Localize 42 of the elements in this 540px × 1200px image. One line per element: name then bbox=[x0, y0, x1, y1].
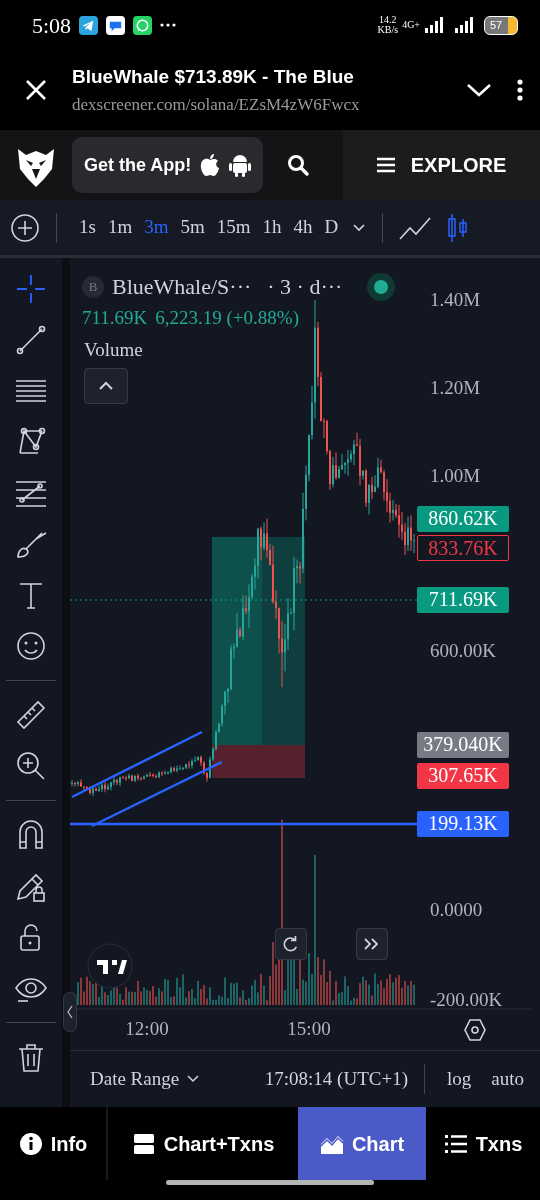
timeframe-button[interactable]: 4h bbox=[287, 213, 319, 242]
time-axis-label: 15:00 bbox=[287, 1016, 331, 1041]
legend-price: 711.69K bbox=[82, 306, 148, 330]
price-axis-label: 1.40M bbox=[430, 287, 481, 312]
price-axis-label: 1.00M bbox=[430, 463, 481, 488]
price-axis-label: -200.00K bbox=[430, 987, 503, 1012]
status-time: 5:08 bbox=[32, 11, 72, 40]
tab[interactable]: Chart bbox=[298, 1107, 426, 1180]
battery-indicator: 57 bbox=[484, 15, 518, 35]
timeframe-button[interactable]: 1h bbox=[256, 213, 288, 242]
date-range-button[interactable]: Date Range bbox=[90, 1064, 200, 1094]
price-tag: 379.040K bbox=[417, 732, 509, 758]
price-tag: 711.69K bbox=[417, 587, 509, 613]
timeframe-button[interactable]: 15m bbox=[210, 213, 257, 242]
legend-change: 6,223.19 (+0.88%) bbox=[155, 306, 299, 330]
price-tag: 860.62K bbox=[417, 506, 509, 532]
price-axis-label: 600.00K bbox=[430, 638, 496, 663]
timeframe-button[interactable]: 1s bbox=[73, 213, 102, 242]
page-title: BlueWhale $713.89K - The Blue bbox=[72, 65, 355, 89]
symbol-interval: · 3 · d··· bbox=[267, 273, 343, 301]
price-tag: 833.76K bbox=[417, 535, 509, 561]
page-url: dexscreener.com/solana/EZsM4zW6Fwcx bbox=[72, 93, 361, 116]
timeframe-button[interactable]: D bbox=[318, 213, 345, 242]
network-speed-unit: KB/s bbox=[377, 25, 399, 35]
get-app-button[interactable]: Get the App! bbox=[72, 137, 264, 193]
volume-label: Volume bbox=[84, 338, 143, 362]
timeframe-button[interactable]: 1m bbox=[101, 213, 139, 242]
clock-time: 17:08:14 (UTC+1) bbox=[264, 1066, 408, 1091]
log-scale-button[interactable]: log bbox=[441, 1064, 478, 1094]
price-axis-label: 1.20M bbox=[430, 375, 481, 400]
time-axis-label: 12:00 bbox=[125, 1016, 169, 1041]
timeframe-button[interactable]: 3m bbox=[138, 213, 175, 242]
symbol-badge: B bbox=[82, 275, 104, 298]
price-tag: 307.65K bbox=[417, 763, 509, 789]
network-type: 4G+ bbox=[402, 18, 420, 32]
price-axis-label: 0.0000 bbox=[430, 897, 483, 922]
network-speed: 14.2 bbox=[378, 15, 398, 25]
timeframe-button[interactable]: 5m bbox=[174, 213, 211, 242]
explore-button[interactable]: EXPLORE bbox=[343, 130, 540, 200]
price-tag: 199.13K bbox=[417, 811, 509, 837]
symbol-name[interactable]: BlueWhale/S··· bbox=[112, 270, 252, 303]
auto-scale-button[interactable]: auto bbox=[485, 1064, 530, 1094]
